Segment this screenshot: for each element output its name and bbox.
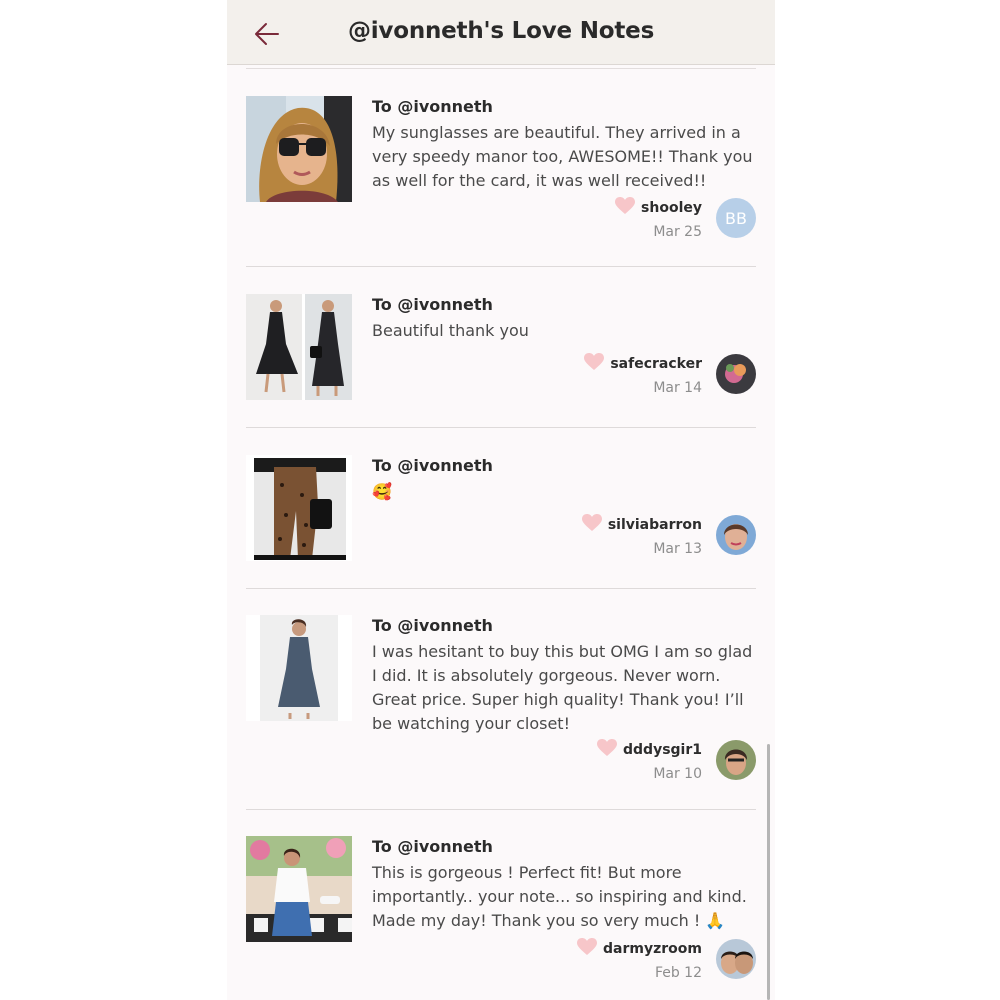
note-meta: darmyzroom Feb 12 [577, 938, 702, 981]
note-message: My sunglasses are beautiful. They arrive… [372, 123, 753, 190]
note-meta: silviabarron Mar 13 [581, 514, 702, 557]
scrollbar[interactable] [767, 744, 770, 1000]
item-thumbnail-sunglasses[interactable] [246, 96, 352, 202]
note-date: Feb 12 [654, 965, 702, 981]
divider [246, 427, 756, 428]
heart-icon [581, 514, 602, 536]
note-meta: safecracker Mar 14 [584, 353, 702, 396]
note-date: Mar 13 [653, 541, 702, 557]
item-thumbnail-leopard-pants[interactable] [246, 455, 352, 561]
avatar[interactable] [716, 354, 756, 394]
avatar-initials: BB [725, 208, 747, 228]
note-recipient: To @ivonneth [372, 456, 493, 475]
item-thumbnail-lace-top[interactable] [246, 836, 352, 942]
note-date: Mar 14 [653, 380, 702, 396]
heart-icon [597, 739, 617, 761]
note-author[interactable]: shooley [641, 200, 702, 216]
note-recipient: To @ivonneth [372, 97, 493, 116]
avatar[interactable] [716, 740, 756, 780]
page-title: @ivonneth's Love Notes [347, 18, 655, 44]
note-recipient: To @ivonneth [372, 837, 493, 856]
note-message: Beautiful thank you [372, 321, 529, 340]
note-recipient: To @ivonneth [372, 616, 493, 635]
note-meta: shooley Mar 25 [615, 197, 702, 240]
note-meta: dddysgir1 Mar 10 [597, 739, 702, 782]
avatar[interactable] [716, 939, 756, 979]
divider [246, 266, 756, 267]
love-notes-screen: @ivonneth's Love Notes To @ivonneth My s… [227, 0, 775, 1000]
item-thumbnail-wrap-dress[interactable] [246, 615, 352, 721]
note-author[interactable]: dddysgir1 [623, 742, 702, 758]
note-date: Mar 25 [653, 224, 702, 240]
note-author[interactable]: darmyzroom [603, 941, 702, 957]
header-bar: @ivonneth's Love Notes [227, 0, 775, 65]
divider [246, 68, 756, 69]
divider [246, 809, 756, 810]
note-recipient: To @ivonneth [372, 295, 493, 314]
note-author[interactable]: silviabarron [608, 517, 702, 533]
item-thumbnail-dress[interactable] [246, 294, 352, 400]
note-author[interactable]: safecracker [610, 356, 702, 372]
note-message: 🥰 [372, 482, 392, 501]
note-date: Mar 10 [653, 766, 702, 782]
avatar[interactable]: BB [716, 198, 756, 238]
note-message: I was hesitant to buy this but OMG I am … [372, 642, 753, 733]
heart-icon [584, 353, 605, 375]
heart-icon [577, 938, 598, 960]
note-message: This is gorgeous ! Perfect fit! But more… [372, 863, 747, 930]
heart-icon [615, 197, 636, 219]
divider [246, 588, 756, 589]
avatar[interactable] [716, 515, 756, 555]
